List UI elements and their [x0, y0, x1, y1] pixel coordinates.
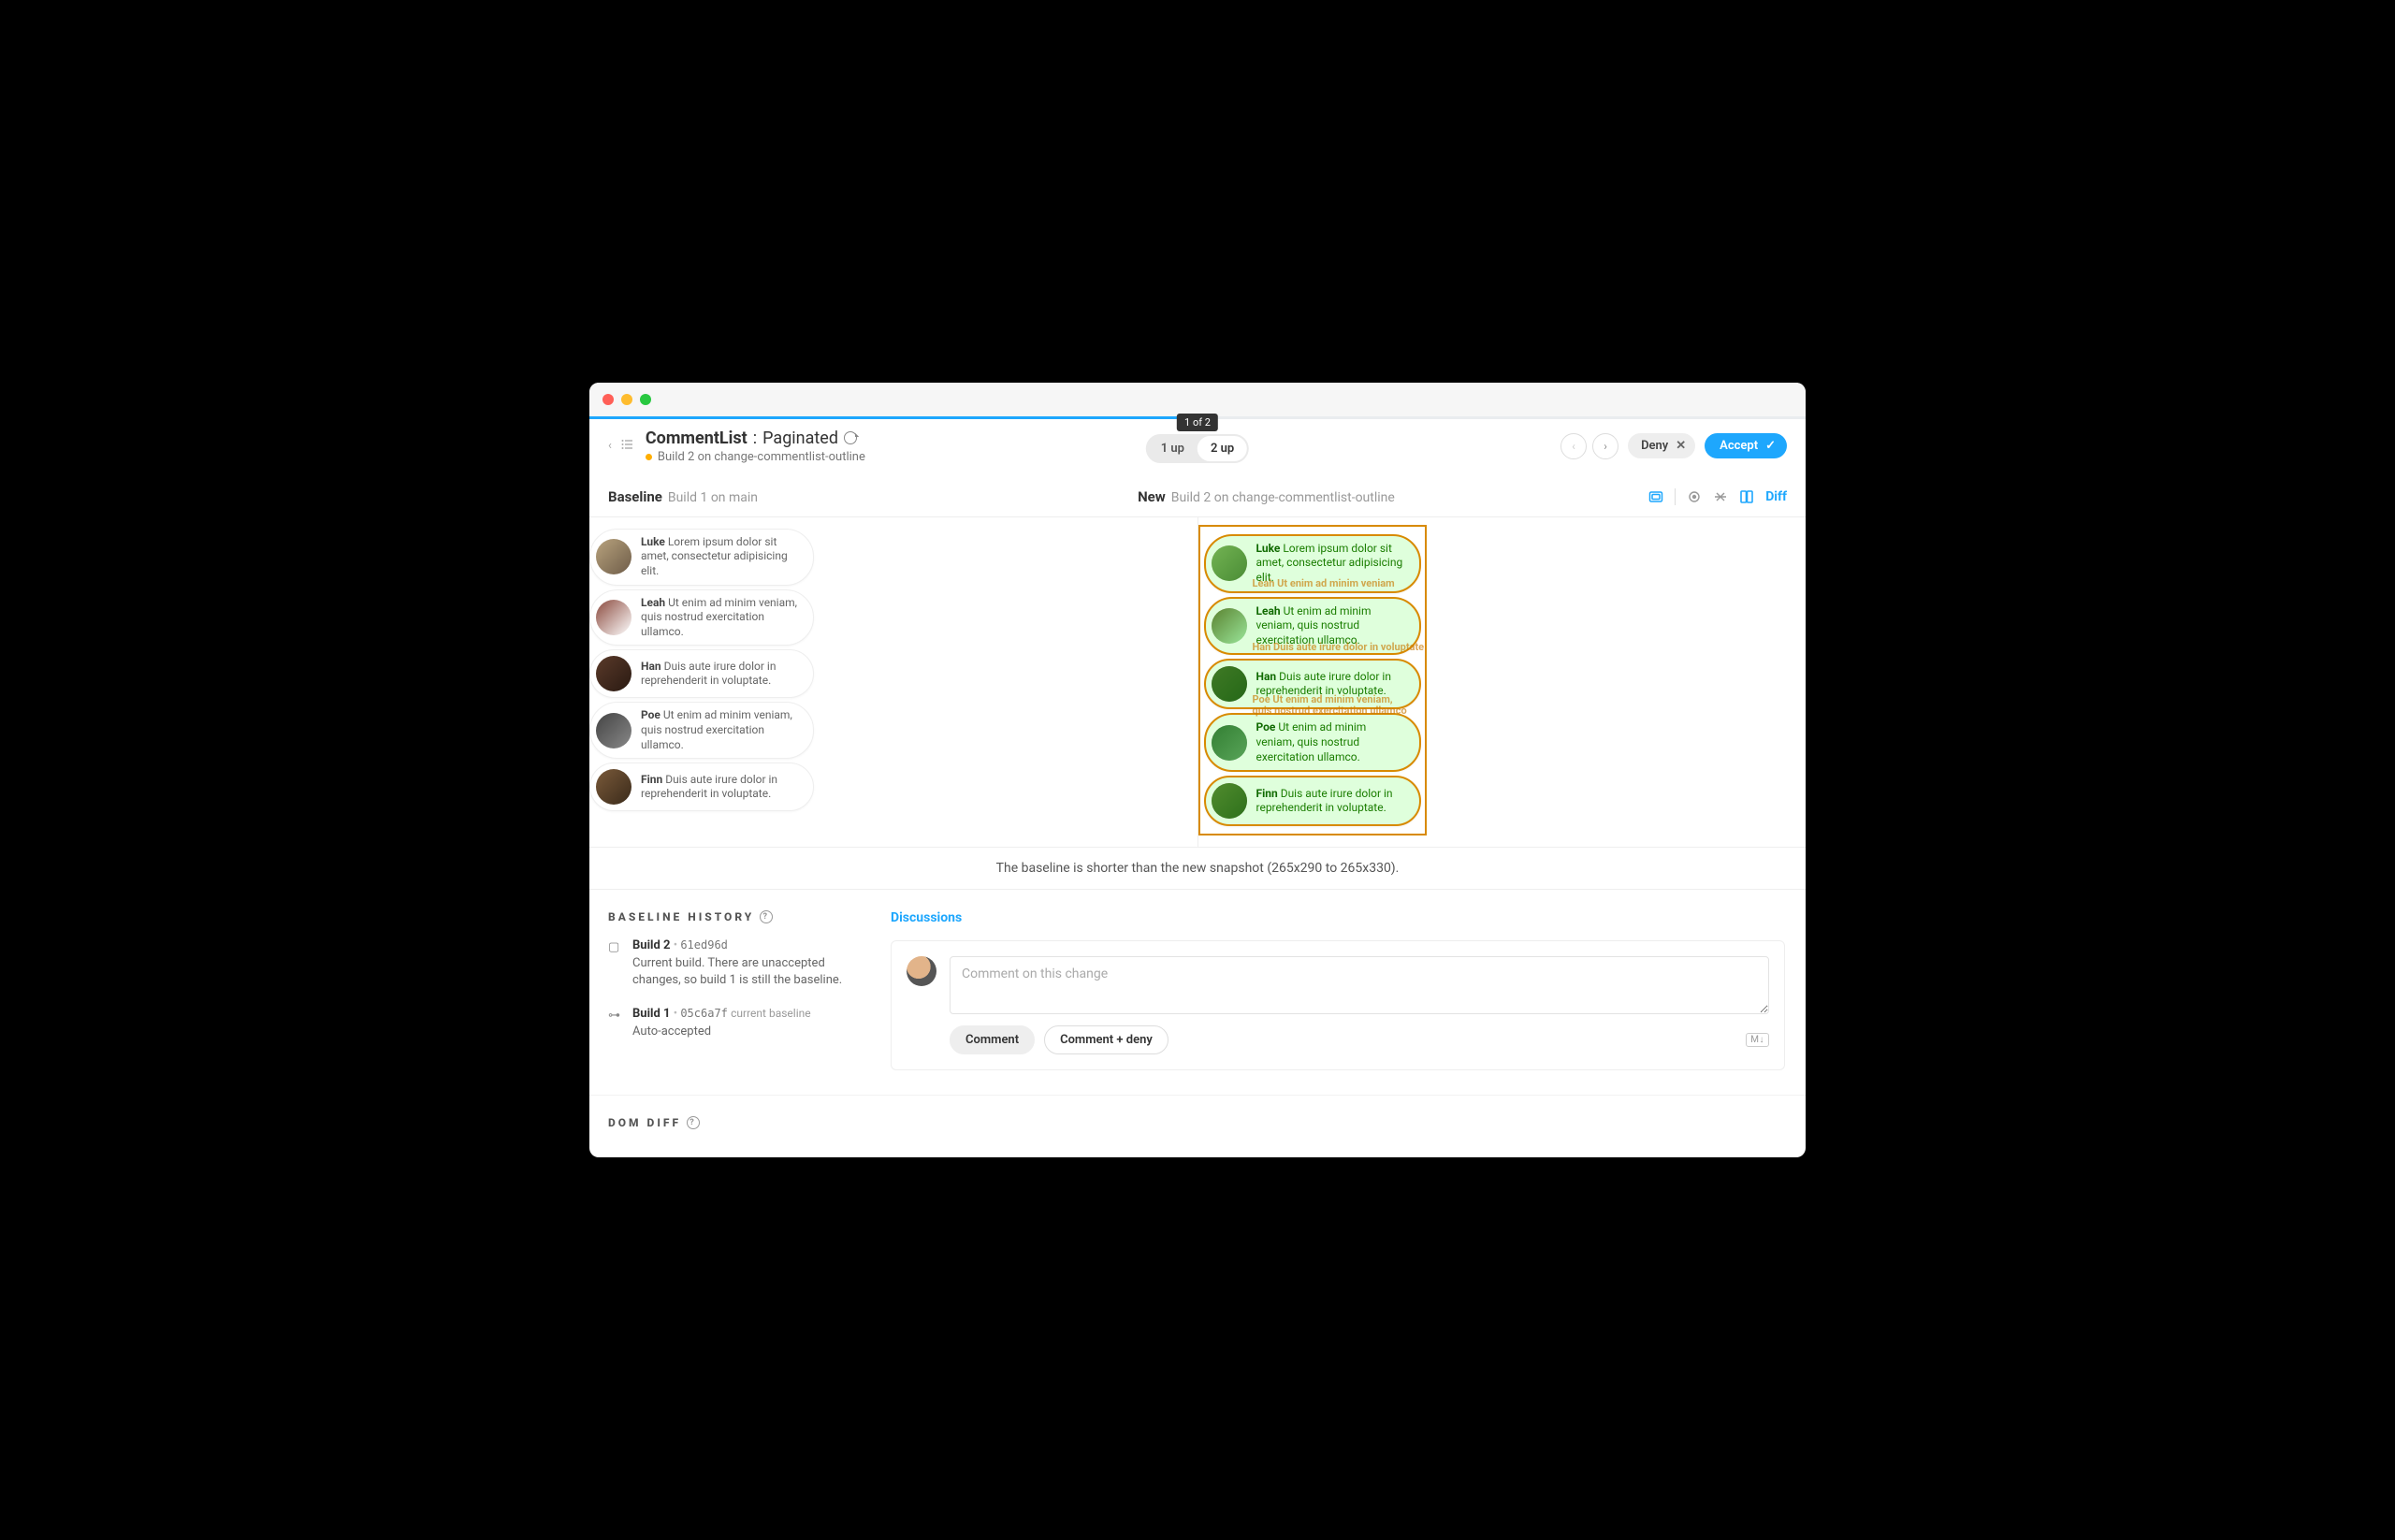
history-icon: ▢	[608, 940, 623, 989]
avatar	[596, 656, 631, 691]
comment-text: Han Duis aute irure dolor in reprehender…	[641, 660, 798, 689]
story-variant: Paginated	[762, 429, 838, 448]
close-icon: ✕	[1676, 439, 1686, 453]
app-window: ‹ CommentList:Paginated Build 2 on chang…	[589, 383, 1806, 1157]
size-note: The baseline is shorter than the new sna…	[589, 847, 1806, 889]
next-change-button[interactable]: ›	[1592, 433, 1618, 459]
status-dot-pending	[646, 454, 652, 460]
dom-diff-section: DOM DIFF ?	[589, 1095, 1806, 1157]
baseline-label: Baseline	[608, 488, 662, 505]
comment-row: Leah Ut enim ad minim veniam, quis nostr…	[589, 589, 814, 647]
comment-text: Luke Lorem ipsum dolor sit amet, consect…	[641, 535, 798, 579]
step-tooltip: 1 of 2	[1177, 414, 1218, 431]
compare-pane: Luke Lorem ipsum dolor sit amet, consect…	[589, 517, 1806, 847]
zoom-window-button[interactable]	[640, 394, 651, 405]
history-title: BASELINE HISTORY	[608, 910, 754, 923]
refresh-icon[interactable]	[844, 431, 857, 444]
focus-icon[interactable]	[1687, 489, 1702, 504]
story-title: CommentList:Paginated	[646, 429, 865, 448]
history-item: ⊶ Build 1 • 05c6a7f current baseline Aut…	[608, 1007, 851, 1040]
deny-label: Deny	[1641, 439, 1668, 453]
avatar	[1212, 783, 1247, 819]
view-mode-toggle: 1 of 2 1 up 2 up	[1146, 434, 1249, 463]
comment-input[interactable]	[950, 956, 1769, 1014]
new-label: New	[1138, 488, 1166, 505]
avatar	[1212, 608, 1247, 644]
user-avatar	[907, 956, 936, 986]
close-window-button[interactable]	[602, 394, 614, 405]
discussions-title: Discussions	[891, 910, 1785, 925]
one-up-toggle[interactable]: 1 up	[1148, 436, 1198, 461]
strikethrough-icon[interactable]	[1713, 489, 1728, 504]
fit-icon[interactable]	[1648, 489, 1663, 504]
build-subtitle: Build 2 on change-commentlist-outline	[658, 450, 865, 464]
minimize-window-button[interactable]	[621, 394, 632, 405]
avatar	[1212, 666, 1247, 702]
help-icon[interactable]: ?	[687, 1116, 700, 1129]
accept-button[interactable]: Accept ✓	[1705, 433, 1787, 458]
accept-label: Accept	[1720, 439, 1758, 453]
discussions-panel: Discussions Comment Comment + deny M↓	[870, 890, 1806, 1095]
comment-row-new: Finn Duis aute irure dolor in reprehende…	[1204, 776, 1421, 826]
prev-change-button[interactable]: ‹	[1560, 433, 1587, 459]
new-desc: Build 2 on change-commentlist-outline	[1171, 490, 1395, 505]
markdown-badge: M↓	[1746, 1033, 1769, 1047]
compare-subheader: Baseline Build 1 on main New Build 2 on …	[589, 477, 1806, 517]
baseline-pane: Luke Lorem ipsum dolor sit amet, consect…	[589, 517, 1198, 847]
comment-row: Han Duis aute irure dolor in reprehender…	[589, 649, 814, 698]
avatar	[596, 539, 631, 574]
comment-deny-button[interactable]: Comment + deny	[1044, 1025, 1168, 1054]
comment-text: Finn Duis aute irure dolor in reprehende…	[1256, 787, 1404, 816]
diff-toggle-icon[interactable]	[1739, 489, 1754, 504]
avatar	[596, 769, 631, 805]
back-icon[interactable]: ‹	[608, 439, 612, 454]
comment-text: Poe Ut enim ad minim veniam, quis nostru…	[641, 708, 798, 752]
check-icon: ✓	[1765, 439, 1776, 453]
deny-button[interactable]: Deny ✕	[1628, 433, 1695, 458]
comment-button[interactable]: Comment	[950, 1025, 1035, 1054]
dom-diff-title: DOM DIFF	[608, 1116, 681, 1129]
comment-text: Finn Duis aute irure dolor in reprehende…	[641, 773, 798, 802]
avatar	[1212, 545, 1247, 581]
comment-text: Leah Ut enim ad minim veniam, quis nostr…	[641, 596, 798, 640]
bottom-section: BASELINE HISTORY ? ▢ Build 2 • 61ed96d C…	[589, 889, 1806, 1095]
list-icon[interactable]	[621, 439, 632, 454]
comment-row: Finn Duis aute irure dolor in reprehende…	[589, 763, 814, 811]
page-header: ‹ CommentList:Paginated Build 2 on chang…	[589, 419, 1806, 477]
avatar	[596, 713, 631, 748]
history-item: ▢ Build 2 • 61ed96d Current build. There…	[608, 938, 851, 989]
comment-row: Luke Lorem ipsum dolor sit amet, consect…	[589, 529, 814, 586]
comment-row-new: Poe Ut enim ad minim veniam, quis nostru…	[1204, 713, 1421, 772]
comment-text: Poe Ut enim ad minim veniam, quis nostru…	[1256, 720, 1404, 764]
avatar	[596, 600, 631, 635]
two-up-toggle[interactable]: 2 up	[1198, 436, 1247, 461]
mac-titlebar	[589, 383, 1806, 416]
story-name: CommentList	[646, 429, 748, 448]
avatar	[1212, 725, 1247, 761]
comment-row: Poe Ut enim ad minim veniam, quis nostru…	[589, 702, 814, 759]
baseline-desc: Build 1 on main	[668, 490, 758, 505]
diff-link[interactable]: Diff	[1765, 489, 1787, 504]
baseline-history: BASELINE HISTORY ? ▢ Build 2 • 61ed96d C…	[589, 890, 870, 1095]
history-icon: ⊶	[608, 1009, 623, 1040]
help-icon[interactable]: ?	[760, 910, 773, 923]
new-pane: Leah Ut enim ad minim veniam Han Duis au…	[1198, 517, 1807, 847]
